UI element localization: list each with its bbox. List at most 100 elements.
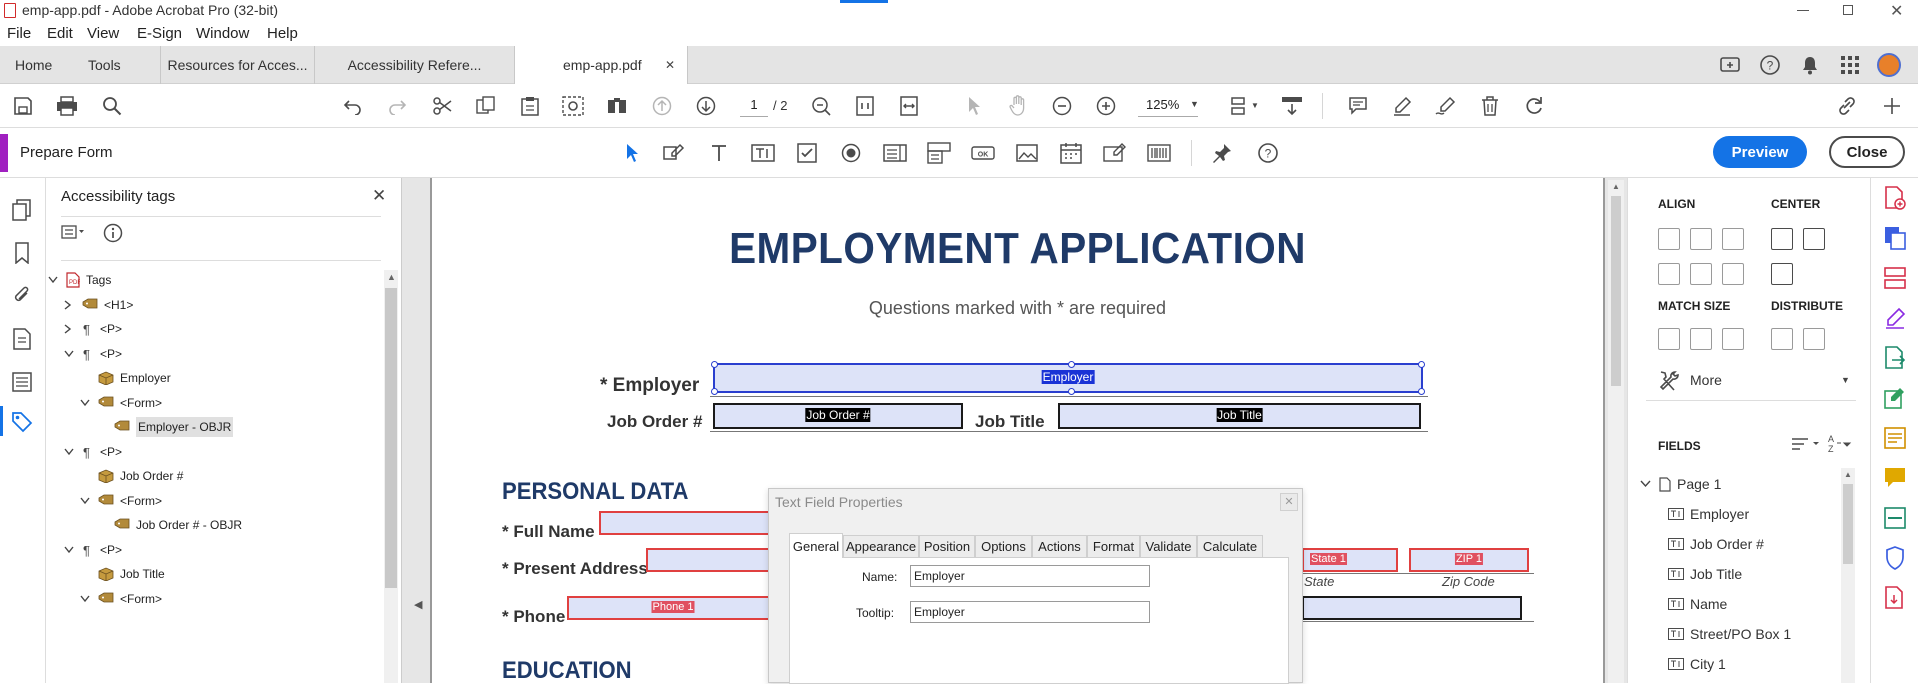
delete-icon[interactable] [1478,94,1502,118]
menu-file[interactable]: File [7,25,31,42]
fields-scroll-up-icon[interactable]: ▲ [1844,470,1852,479]
undo-icon[interactable] [341,94,365,118]
digital-signature-tool-icon[interactable] [1103,141,1127,165]
text-field-tool-icon[interactable] [751,141,775,165]
fields-list-item[interactable]: Job Title [1668,566,1742,582]
rotate-icon[interactable] [1522,94,1546,118]
tooltip-input[interactable]: Employer [910,601,1150,623]
scroll-mode-icon[interactable] [1280,94,1304,118]
menu-view[interactable]: View [87,25,119,42]
sort-icon[interactable]: AZ [1827,433,1853,453]
fill-sign-icon[interactable] [1883,306,1907,330]
resize-handle[interactable] [1418,388,1425,395]
document-icon[interactable] [10,327,34,351]
select-object-icon[interactable] [620,141,644,165]
dialog-tab-validate[interactable]: Validate [1140,535,1197,557]
email-field[interactable] [1302,596,1522,620]
expand-chevron-right-icon[interactable] [64,299,78,310]
tools-icon[interactable] [1658,370,1682,392]
tag-tree-row[interactable]: <Form> [80,585,162,613]
info-icon[interactable] [103,223,123,243]
comment-tool-icon[interactable] [1883,466,1907,490]
page-number-input[interactable]: 1 [740,97,768,117]
tags-scrollbar-track[interactable]: ▲ [384,270,398,683]
share-link-icon[interactable] [1835,94,1859,118]
fields-scrollbar[interactable]: ▲ [1841,468,1855,683]
highlight-pen-icon[interactable] [1390,94,1414,118]
scroll-up-icon[interactable]: ▲ [387,272,396,282]
edit-pdf-icon[interactable] [1883,386,1907,410]
notifications-bell-icon[interactable] [1798,53,1822,77]
name-input[interactable]: Employer [910,565,1150,587]
align-center-horizontal-icon[interactable] [1690,228,1712,250]
date-field-tool-icon[interactable] [1059,141,1083,165]
employer-field-selected[interactable]: Employer [711,361,1425,395]
comment-icon[interactable] [1346,94,1370,118]
fields-list-item[interactable]: City 1 [1668,656,1726,672]
job-order-field[interactable]: Job Order # [713,403,963,429]
tab-emp-app[interactable]: emp-app.pdf ✕ [514,46,688,84]
tab-accessibility-reference[interactable]: Accessibility Refere... [314,46,514,84]
expand-chevron-down-icon[interactable] [64,350,78,358]
zoom-in-icon[interactable] [1094,94,1118,118]
menu-edit[interactable]: Edit [47,25,73,42]
more-dropdown-icon[interactable]: ▼ [1841,375,1850,385]
page-display-dropdown-icon[interactable]: ▼ [1251,101,1259,110]
street-address-field[interactable] [646,548,779,572]
combine-files-icon[interactable] [1883,226,1907,250]
content-order-icon[interactable] [10,370,34,394]
restore-icon[interactable] [1843,5,1853,15]
copy-icon[interactable] [474,94,498,118]
expand-chevron-down-icon[interactable] [80,595,94,603]
close-panel-icon[interactable]: ✕ [372,186,386,206]
tab-home[interactable]: Home [15,46,52,84]
expand-chevron-down-icon[interactable] [80,399,94,407]
resize-handle[interactable] [1068,388,1075,395]
cut-icon[interactable] [430,94,454,118]
request-signatures-icon[interactable] [1883,426,1907,450]
checkbox-tool-icon[interactable] [795,141,819,165]
collapse-left-icon[interactable]: ◀ [414,598,422,611]
dialog-tab-position[interactable]: Position [919,535,975,557]
dialog-tab-options[interactable]: Options [975,535,1032,557]
page-display-icon[interactable] [1228,94,1252,118]
zip-field[interactable]: ZIP 1 [1409,548,1529,572]
fields-page-node[interactable]: Page 1 [1640,476,1721,492]
help-icon[interactable]: ? [1758,53,1782,77]
match-height-icon[interactable] [1690,328,1712,350]
compress-pdf-icon[interactable] [1883,586,1907,610]
expand-chevron-down-icon[interactable] [64,448,78,456]
align-left-icon[interactable] [1658,228,1680,250]
sign-icon[interactable] [1434,94,1458,118]
form-help-icon[interactable]: ? [1256,141,1280,165]
save-icon[interactable] [11,94,35,118]
previous-page-icon[interactable] [650,94,674,118]
paste-icon[interactable] [518,94,542,118]
print-icon[interactable] [55,94,79,118]
hand-tool-icon[interactable] [1006,94,1030,118]
page-thumbnails-icon[interactable] [10,198,34,222]
align-middle-icon[interactable] [1690,263,1712,285]
bookmarks-icon[interactable] [10,241,34,265]
fields-list-item[interactable]: Name [1668,596,1727,612]
window-close-icon[interactable]: ✕ [1890,1,1903,21]
create-pdf-icon[interactable] [1883,186,1907,210]
tab-tools[interactable]: Tools [88,46,121,84]
align-bottom-icon[interactable] [1722,263,1744,285]
dialog-tab-format[interactable]: Format [1087,535,1140,557]
resize-handle[interactable] [1418,361,1425,368]
scrollbar-thumb[interactable] [385,288,397,588]
dropdown-tool-icon[interactable] [927,141,951,165]
phone-field[interactable]: Phone 1 [567,596,779,620]
user-avatar[interactable] [1877,53,1901,77]
barcode-tool-icon[interactable] [1147,141,1171,165]
zoom-out-icon[interactable] [1050,94,1074,118]
fit-page-icon[interactable] [853,94,877,118]
dialog-tab-appearance[interactable]: Appearance [843,535,919,557]
dialog-tab-actions[interactable]: Actions [1032,535,1087,557]
select-pointer-icon[interactable] [962,94,986,118]
page-view-icon[interactable] [809,94,833,118]
job-title-field[interactable]: Job Title [1058,403,1421,429]
fields-list-item[interactable]: Job Order # [1668,536,1764,552]
compare-icon[interactable] [605,94,629,118]
